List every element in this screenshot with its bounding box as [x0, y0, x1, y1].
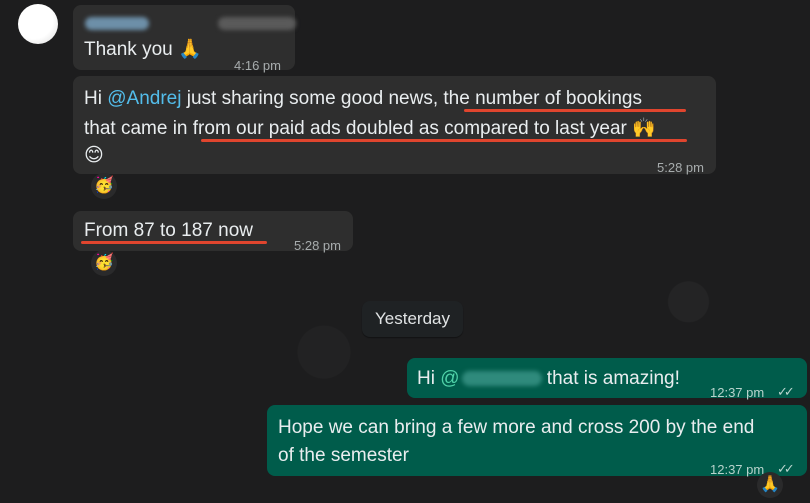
annotation-underline — [81, 241, 267, 244]
reaction-badge[interactable]: 🥳 — [91, 173, 117, 199]
message-line-3: 😊 — [84, 145, 104, 166]
highlighted-text: from our paid ads doubled as compared to… — [192, 118, 627, 139]
message-bubble-5[interactable]: Hope we can bring a few more and cross 2… — [267, 405, 807, 477]
reaction-badge[interactable]: 🥳 — [91, 250, 117, 276]
highlighted-text: the number of bookings — [443, 88, 642, 109]
message-time: 12:37 pm — [710, 462, 765, 477]
message-time: 5:28 pm — [657, 160, 704, 175]
message-time: 5:28 pm — [294, 238, 341, 253]
date-divider: Yesterday — [362, 301, 463, 337]
message-text: Thank you 🙏 — [84, 39, 202, 60]
mention-name-redacted — [461, 371, 542, 387]
mention-link[interactable]: @ — [440, 368, 459, 389]
message-text-part: that came in — [84, 118, 193, 139]
greeting-text: Hi — [417, 368, 441, 389]
mention-link[interactable]: @Andrej — [107, 88, 181, 109]
message-line-2: of the semester — [278, 445, 409, 466]
emoji: 🙌 — [626, 118, 656, 139]
sender-name-redacted — [85, 17, 149, 30]
message-text-part: that is amazing! — [541, 368, 680, 389]
annotation-underline — [201, 139, 687, 142]
annotation-underline — [464, 109, 686, 112]
message-line-1: Hope we can bring a few more and cross 2… — [278, 417, 755, 438]
message-text-part: just sharing some good news, — [181, 88, 444, 109]
message-bubble-1[interactable]: Thank you 🙏 4:16 pm — [73, 5, 296, 73]
message-bubble-2[interactable]: Hi @Andrej just sharing some good news, … — [73, 76, 716, 175]
message-bubble-4[interactable]: Hi @ that is amazing! 12:37 pm ✓✓ — [407, 358, 807, 400]
sender-phone-redacted — [218, 17, 296, 30]
sender-avatar[interactable] — [18, 4, 58, 44]
message-bubble-3[interactable]: From 87 to 187 now 5:28 pm — [73, 211, 353, 253]
read-receipt-icon: ✓✓ — [777, 384, 795, 399]
reaction-badge[interactable]: 🙏 — [757, 472, 783, 498]
message-time: 12:37 pm — [710, 385, 765, 400]
message-line-1: Hi @ that is amazing! — [417, 364, 680, 393]
greeting-text: Hi — [84, 88, 108, 109]
